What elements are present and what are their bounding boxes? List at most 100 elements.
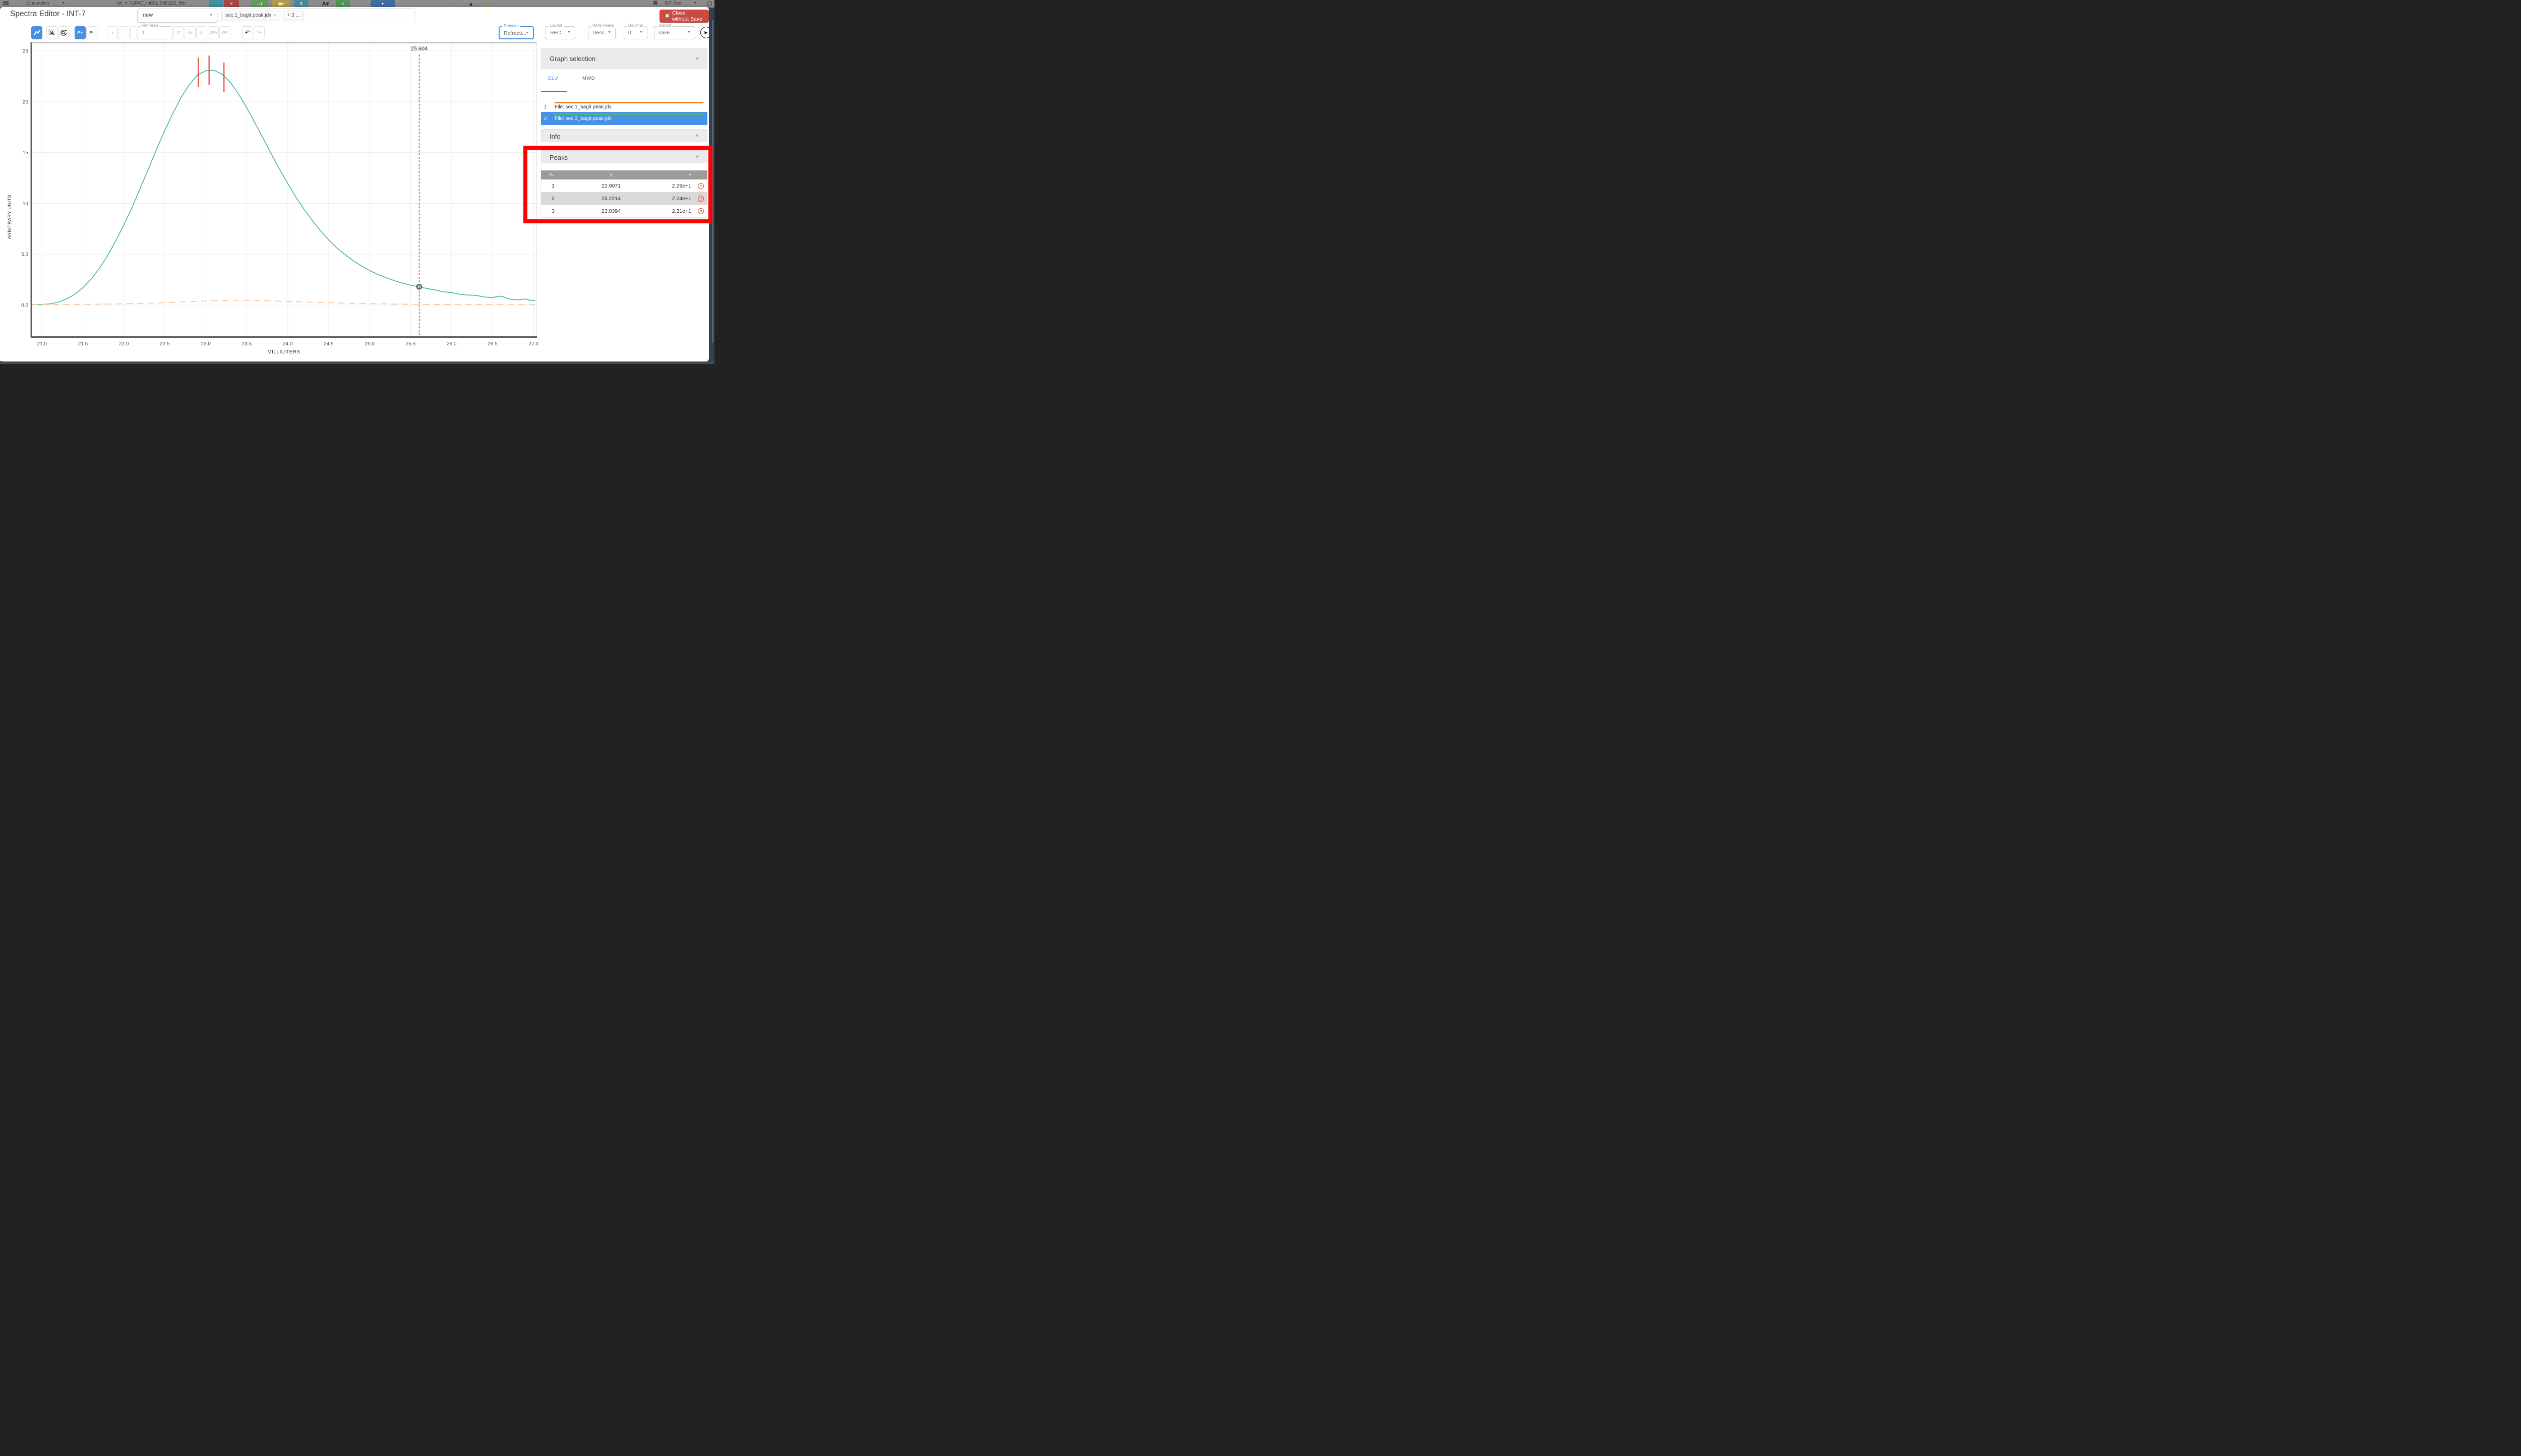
peaks-table-header: P+ X Y - [541,170,707,179]
account-caret-icon: ▼ [693,2,697,5]
undo-button[interactable]: ↶ [242,26,253,39]
file-chip[interactable]: sec.1_bagit.peak.jdx × [221,10,281,20]
peaks-col-header: Y [688,172,691,177]
x-tick-label: 23.0 [201,341,211,347]
file-index: 2. [544,116,548,122]
peaks-header[interactable]: Peaks ˄ [541,150,707,163]
x-tick-label: 22.0 [119,341,129,347]
chevron-down-icon: ▼ [687,31,691,34]
j-minus-button: J- [196,26,207,39]
background-browser-strip: Chemotion ▼ All ▼ IUPAC, InChI, SMILES, … [0,0,714,8]
detector-select[interactable]: Detector Refracti... ▼ [499,24,534,39]
file-index: 1. [544,104,548,110]
close-button-label: Close without Save [672,10,702,22]
j-plus-button: J+ [185,26,196,39]
ref-area-input[interactable]: Ref Area 1 [138,24,172,39]
export-button: ▣▾ [272,0,290,8]
file-label: File: sec.3_bagit.peak.jdx [555,116,612,122]
clear-button: X [173,26,184,39]
scope-caret-icon: ▼ [125,2,128,5]
graph-selection-header[interactable]: Graph selection ˄ [541,48,707,69]
delete-peak-icon[interactable]: ✕ [698,183,704,189]
tab-elu[interactable]: ELU [548,76,558,81]
delete-peak-icon[interactable]: ✕ [698,195,704,202]
chevron-down-icon: ▼ [608,31,611,34]
redo-button: ↷ [254,26,265,39]
close-search-button: ✕ [224,0,239,8]
search-text: IUPAC, InChI, SMILES, RIn [130,1,186,6]
detector-select-label: Detector [502,24,521,28]
chevron-down-icon[interactable]: ˅ [696,133,699,139]
peak-y-value: 2.31e+1 [672,208,691,214]
blank-button [130,26,137,39]
detector-tabs: ELU MWD [541,76,707,86]
write-peaks-select[interactable]: Write Peaks Desc... ▼ [588,24,616,39]
file-label: File: sec.1_bagit.peak.jdx [555,104,612,110]
series-color-line [555,102,703,103]
delete-cell: ✕ [694,208,707,214]
peak-index: 2 [552,195,555,202]
peak-row[interactable]: 2 23.2214 2.24e+1 ✕ [541,192,707,205]
peaks-col-header: - [700,172,702,177]
search-icon [707,1,712,6]
detector-select-value: Refracti... [504,30,526,36]
decrease-button: - [118,26,130,39]
x-tick-label: 22.5 [160,341,170,347]
file-list-item[interactable]: 2. File: sec.3_bagit.peak.jdx [541,112,707,125]
submission-controls: Detector Refracti... ▼ Layout SEC ▼ Write Peak… [499,24,712,41]
file-chip[interactable]: + 3 ... [283,10,304,20]
peak-row[interactable]: 1 22.9071 2.29e+1 ✕ [541,179,707,192]
submit-select[interactable]: Submit save ▼ [654,24,695,39]
chevron-up-icon[interactable]: ˄ [696,154,699,160]
file-list-item[interactable]: 1. File: sec.1_bagit.peak.jdx [541,100,707,112]
layout-select[interactable]: Layout SEC ▼ [546,24,575,39]
increase-button: + [107,26,118,39]
y-tick-label: 5.0 [21,252,28,258]
chevron-down-icon: ▼ [639,31,643,34]
peaks-title: Peaks [550,154,568,161]
jp-plus-button: JP+ [208,26,219,39]
peak-x-value: 23.2214 [602,195,621,202]
x-tick-label: 27.0 [529,341,539,347]
delete-peak-icon[interactable]: ✕ [698,208,704,214]
zoom-select-button[interactable] [46,26,57,39]
close-without-save-button[interactable]: ✖ Close without Save [659,10,709,23]
list-edit-button: ≡ [336,0,350,8]
file-chips-field[interactable]: sec.1_bagit.peak.jdx × + 3 ... [218,8,415,22]
spectra-plot[interactable]: 25.604 21.0 21.5 22.0 22.5 23.0 23.5 24.0 24.5 25… [0,42,542,361]
submit-select-label: Submit [657,24,673,28]
x-axis-label: MILLILITERS [267,349,301,355]
peak-y-value: 2.24e+1 [672,195,691,202]
peak-index: 1 [552,183,555,189]
forward-button: →▾ [251,0,268,8]
scrollbar[interactable] [712,20,713,343]
peak-remove-button[interactable]: P- [86,26,97,39]
spectra-line-button[interactable] [31,26,42,39]
chevron-up-icon[interactable]: ˄ [696,56,699,62]
spectra-toolbar: P+ P- + - Ref Area 1 X J+ J- JP+ JP- ↶ ↷ [31,24,265,40]
peak-add-button[interactable]: P+ [75,26,86,39]
decimal-select-label: Decimal [627,24,644,28]
zoom-reset-button[interactable] [58,26,69,39]
remove-chip-icon[interactable]: × [274,13,276,18]
chevron-down-icon: ▼ [567,31,571,34]
ink-blob-icon: ▲ [468,1,474,7]
decimal-select[interactable]: Decimal 0 ▼ [624,24,647,39]
text-tool-button: A▾ [322,1,329,7]
scope-label: All [117,1,123,6]
modal-title: Spectra Editor - INT-7 [10,10,86,18]
gold-letter-f: F [450,1,454,7]
peaks-col-header: P+ [549,172,555,177]
tab-mwd[interactable]: MWD [582,76,595,81]
layout-select-label: Layout [549,24,564,28]
active-tab-indicator [541,91,567,92]
peak-row[interactable]: 3 23.0394 2.31e+1 ✕ [541,205,707,217]
prediction-select[interactable]: new ▼ [137,9,217,23]
peaks-table: P+ X Y - 1 22.9071 2.29e+1 ✕ 2 23.2214 2.24e+1 ✕ 3 23… [541,170,707,217]
brand-label: Chemotion [27,1,49,6]
peak-x-value: 23.0394 [602,208,621,214]
x-tick-label: 24.0 [283,341,293,347]
chevron-down-icon: ▼ [209,14,213,17]
y-axis-label: ARBITRARY UNITS [7,195,12,239]
info-header[interactable]: Info ˅ [541,129,707,142]
